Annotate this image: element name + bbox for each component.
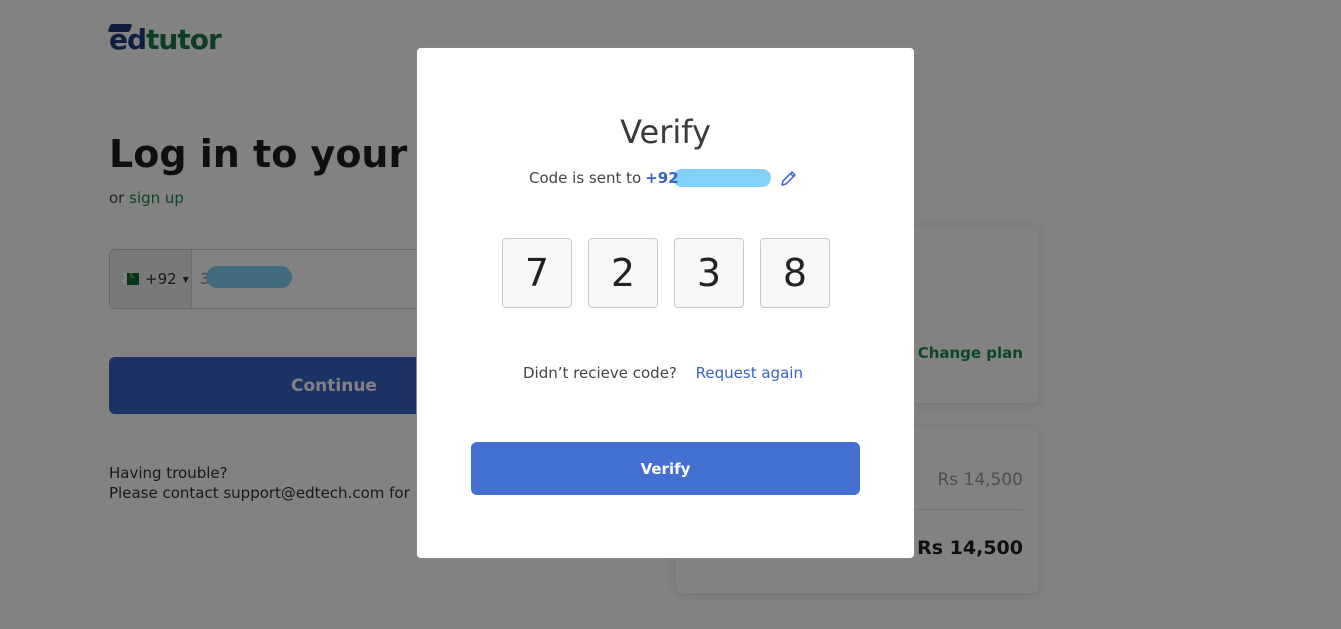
verify-modal: Verify Code is sent to +92 7 2 3 8 Didn’… bbox=[416, 47, 915, 559]
code-sent-prefix: Code is sent to bbox=[529, 169, 642, 187]
otp-digit-input[interactable]: 7 bbox=[502, 238, 572, 308]
pencil-icon[interactable] bbox=[779, 168, 799, 188]
otp-digit-input[interactable]: 2 bbox=[588, 238, 658, 308]
otp-digit-input[interactable]: 3 bbox=[674, 238, 744, 308]
otp-digit-input[interactable]: 8 bbox=[760, 238, 830, 308]
resend-prompt: Didn’t recieve code? bbox=[523, 364, 677, 382]
verify-button[interactable]: Verify bbox=[471, 442, 860, 495]
modal-title: Verify bbox=[620, 113, 711, 151]
request-again-link[interactable]: Request again bbox=[696, 364, 803, 382]
code-sent-line: Code is sent to +92 bbox=[529, 168, 799, 188]
verify-button-label: Verify bbox=[640, 459, 691, 478]
otp-input-group: 7 2 3 8 bbox=[502, 238, 830, 308]
resend-line: Didn’t recieve code? Request again bbox=[523, 364, 803, 382]
code-sent-number: +92 bbox=[645, 169, 679, 187]
redaction-mark bbox=[672, 169, 771, 187]
